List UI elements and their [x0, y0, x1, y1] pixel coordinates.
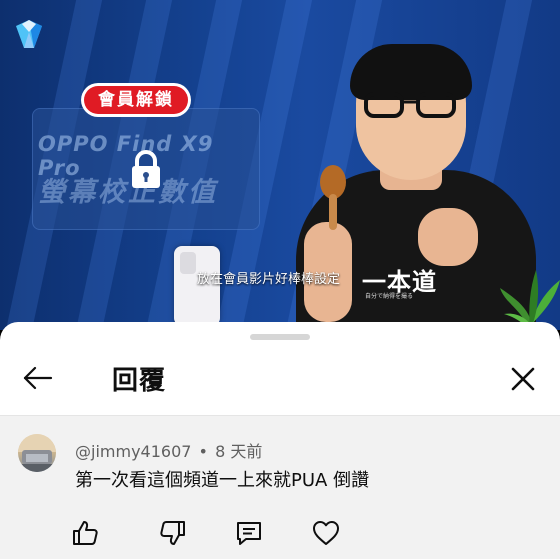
drumstick-prop-icon — [320, 165, 346, 230]
lock-icon — [132, 150, 160, 188]
comment-meta: @jimmy41607 • 8 天前 — [75, 438, 262, 462]
glasses-icon — [364, 92, 456, 118]
avatar-photo-icon — [18, 434, 56, 472]
video-caption: 放在會員影片好棒棒設定 — [197, 272, 341, 287]
thumb-down-icon[interactable] — [158, 518, 188, 548]
meta-separator: • — [198, 442, 208, 461]
comment-text: 第一次看這個頻道一上來就PUA 倒讚 — [75, 470, 370, 491]
close-icon[interactable] — [506, 362, 540, 396]
avatar[interactable] — [18, 434, 56, 472]
channel-logo-icon — [16, 20, 42, 48]
plant-decoration-icon — [500, 270, 560, 330]
reply-sheet: 回覆 @jimmy41607 • 8 天前 第一次看這個頻道一上來就PUA 倒讚 — [0, 322, 560, 559]
comment-author[interactable]: @jimmy41607 — [75, 442, 191, 461]
arrow-left-icon[interactable] — [20, 360, 56, 396]
reply-icon[interactable] — [234, 518, 264, 548]
thumb-up-icon[interactable] — [70, 518, 100, 548]
video-player[interactable]: OPPO Find X9 Pro 螢幕校正數值 會員解鎖 一本道 自分で納得を撮… — [0, 0, 560, 330]
drag-handle[interactable] — [250, 334, 310, 340]
sheet-title: 回覆 — [112, 366, 167, 396]
comment-time: 8 天前 — [215, 442, 263, 461]
tshirt-print-sub: 自分で納得を撮る — [365, 293, 414, 300]
host-hand — [418, 208, 478, 266]
members-badge: 會員解鎖 — [84, 86, 188, 114]
heart-icon[interactable] — [311, 518, 341, 548]
comment-item: @jimmy41607 • 8 天前 第一次看這個頻道一上來就PUA 倒讚 — [0, 416, 560, 559]
